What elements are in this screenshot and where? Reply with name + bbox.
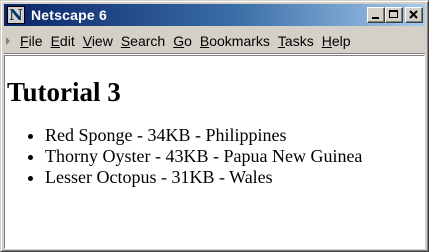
minimize-button[interactable] — [367, 7, 385, 23]
minimize-icon — [372, 17, 379, 19]
window-title: Netscape 6 — [31, 7, 107, 23]
list-item: Lesser Octopus - 31KB - Wales — [45, 167, 362, 188]
menubar-grip-icon[interactable] — [6, 34, 11, 48]
close-icon — [409, 10, 418, 19]
menu-view[interactable]: View — [80, 33, 116, 49]
list-item: Red Sponge - 34KB - Philippines — [45, 125, 362, 146]
menu-go[interactable]: Go — [170, 33, 195, 49]
menu-bar: File Edit View Search Go Bookmarks Tasks… — [4, 28, 425, 54]
specimen-list: Red Sponge - 34KB - Philippines Thorny O… — [5, 125, 362, 188]
page-content: Tutorial 3 Red Sponge - 34KB - Philippin… — [4, 55, 425, 249]
grip-triangle-icon — [6, 36, 10, 45]
maximize-icon — [389, 10, 398, 18]
close-button[interactable] — [405, 7, 423, 23]
browser-window: N Netscape 6 File Edit View Search Go Bo… — [0, 0, 429, 252]
menu-help[interactable]: Help — [319, 33, 354, 49]
menu-bookmarks[interactable]: Bookmarks — [197, 33, 273, 49]
maximize-button[interactable] — [385, 7, 403, 23]
menu-tasks[interactable]: Tasks — [275, 33, 317, 49]
title-bar[interactable]: N Netscape 6 — [4, 4, 425, 26]
netscape-logo-icon[interactable]: N — [7, 6, 25, 24]
menu-file[interactable]: File — [17, 33, 46, 49]
list-item: Thorny Oyster - 43KB - Papua New Guinea — [45, 146, 362, 167]
window-controls — [367, 7, 423, 23]
menu-edit[interactable]: Edit — [48, 33, 78, 49]
page-title: Tutorial 3 — [7, 77, 121, 107]
menu-search[interactable]: Search — [118, 33, 168, 49]
